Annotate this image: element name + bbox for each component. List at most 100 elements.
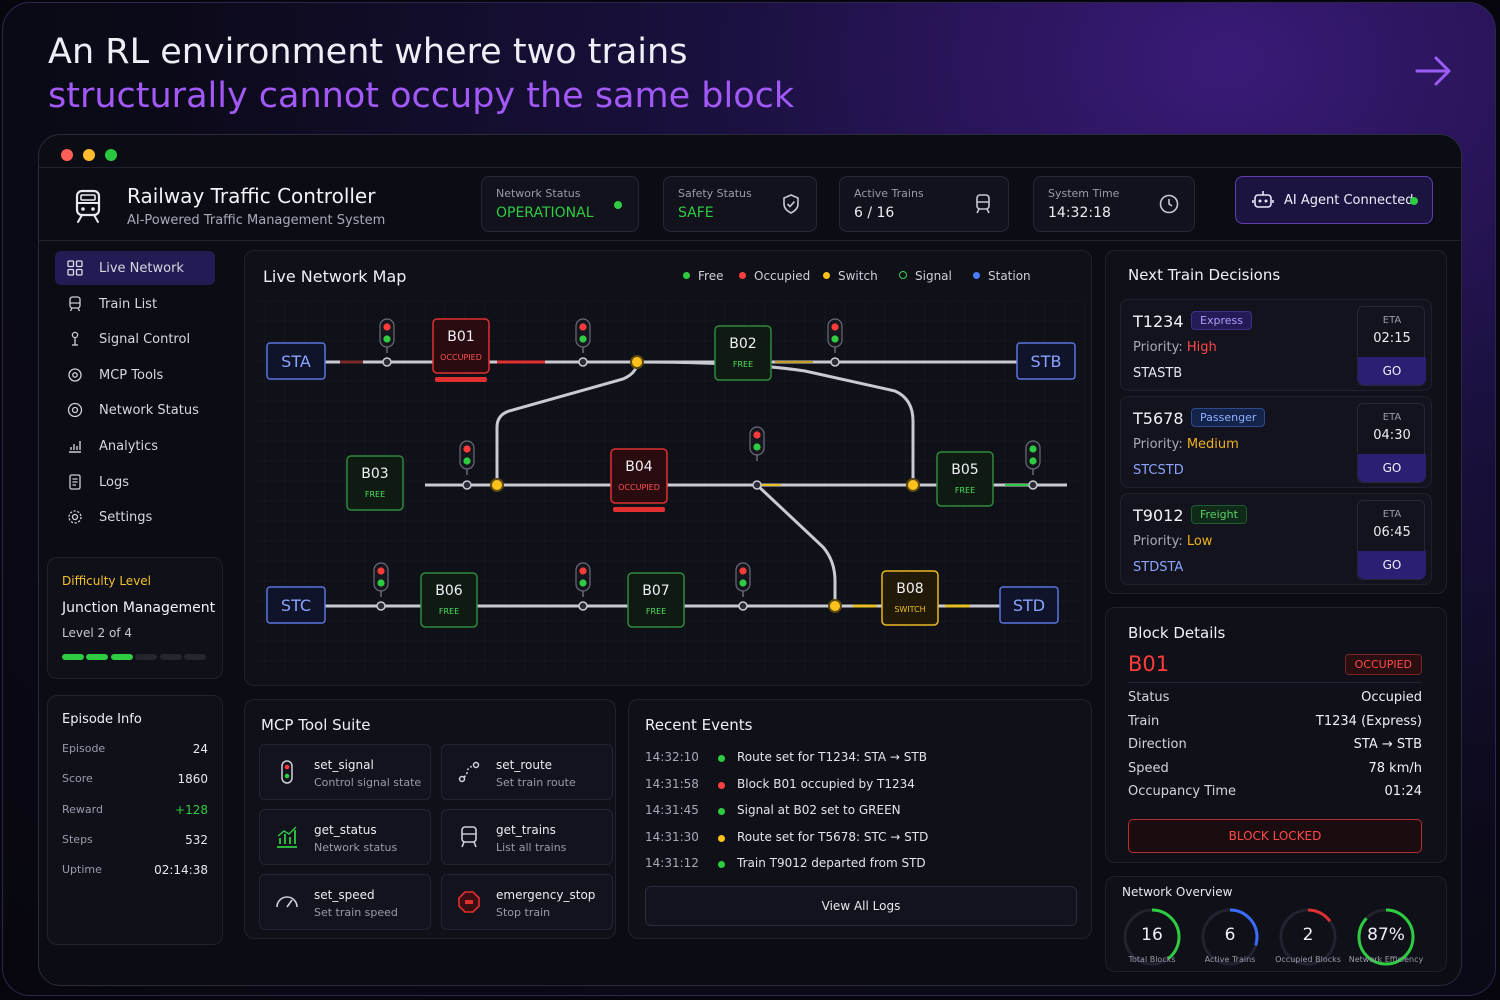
difficulty-segment (86, 654, 109, 660)
train-card-t9012[interactable]: T9012 Freight Priority: Low STDSTA ETA 06:45 G… (1120, 493, 1432, 585)
tool-set-signal[interactable]: set_signal Control signal state (259, 744, 431, 800)
block-details-panel: Block Details B01 OCCUPIED Status Occupie… (1105, 607, 1447, 863)
block-detail-row: Speed 78 km/h (1128, 761, 1422, 781)
signal-icon[interactable] (379, 318, 395, 353)
event-row: 14:31:30 Route set for T5678: STC → STD (645, 830, 1085, 850)
gauge-value: 87% (1367, 925, 1405, 945)
sidebar-item-analytics[interactable]: Analytics (55, 429, 215, 463)
window-close-button[interactable] (61, 149, 73, 161)
signal-icon[interactable] (749, 426, 765, 461)
tool-get-trains[interactable]: get_trains List all trains (441, 809, 613, 865)
block-detail-label: Occupancy Time (1128, 784, 1237, 800)
tool-description: List all trains (496, 841, 567, 854)
sidebar-item-logs[interactable]: Logs (55, 465, 215, 499)
track-node (578, 601, 588, 611)
block-b08[interactable]: B08 SWITCH (881, 570, 939, 626)
sidebar-item-mcp-tools[interactable]: MCP Tools (55, 358, 215, 392)
tool-emergency-stop[interactable]: emergency_stop Stop train (441, 874, 613, 930)
go-button[interactable]: GO (1358, 454, 1426, 482)
block-detail-label: Direction (1128, 737, 1187, 753)
sidebar-item-live-network[interactable]: Live Network (55, 251, 215, 285)
block-b01[interactable]: B01 OCCUPIED (432, 318, 490, 382)
window-maximize-button[interactable] (105, 149, 117, 161)
sidebar-item-signal-control[interactable]: Signal Control (55, 322, 215, 356)
app-title: Railway Traffic Controller (127, 184, 376, 208)
sidebar-item-network-status[interactable]: Network Status (55, 393, 215, 427)
stop-icon (458, 891, 480, 913)
switch-node[interactable] (630, 355, 644, 369)
event-message: Route set for T1234: STA → STB (737, 750, 927, 764)
event-time: 14:31:58 (645, 776, 699, 791)
block-b05[interactable]: B05 FREE (936, 451, 994, 507)
tool-description: Control signal state (314, 776, 422, 789)
block-b07[interactable]: B07 FREE (627, 572, 685, 628)
signal-icon[interactable] (459, 440, 475, 475)
signal-housing (379, 318, 395, 348)
block-id-label: B01 (447, 329, 474, 345)
route-from: STC (1133, 463, 1158, 478)
go-button[interactable]: GO (1358, 551, 1426, 579)
block-b06[interactable]: B06 FREE (420, 572, 478, 628)
event-message: Train T9012 departed from STD (737, 856, 926, 870)
gear-icon (68, 510, 82, 524)
window-minimize-button[interactable] (83, 149, 95, 161)
signal-icon[interactable] (1025, 440, 1041, 475)
train-card-t1234[interactable]: T1234 Express Priority: High STASTB ETA 02:15… (1120, 299, 1432, 391)
eta-label: ETA (1382, 509, 1402, 520)
eta-value: 04:30 (1373, 428, 1411, 443)
signal-icon[interactable] (575, 562, 591, 597)
block-state-label: SWITCH (894, 605, 925, 614)
priority-value: Medium (1186, 437, 1239, 452)
block-state-label: OCCUPIED (440, 353, 482, 362)
analytics-icon (69, 441, 81, 453)
episode-row-value: +128 (175, 802, 208, 817)
block-b03[interactable]: B03 FREE (346, 455, 404, 511)
signal-lamp (383, 323, 391, 331)
switch-node[interactable] (828, 599, 842, 613)
block-locked-button[interactable]: BLOCK LOCKED (1128, 819, 1422, 853)
signal-icon[interactable] (575, 318, 591, 353)
signal-icon[interactable] (735, 562, 751, 597)
go-button[interactable]: GO (1358, 357, 1426, 385)
arrow-right-icon[interactable] (1414, 54, 1454, 88)
block-b04[interactable]: B04 OCCUPIED (610, 448, 668, 512)
episode-row-value: 532 (185, 832, 208, 847)
episode-row-label: Episode (62, 742, 106, 755)
active-trains-value: 6 / 16 (854, 205, 895, 221)
view-all-logs-button[interactable]: View All Logs (645, 886, 1077, 926)
signal-lamp (579, 323, 587, 331)
train-type-badge: Passenger (1191, 408, 1266, 427)
overview-title: Network Overview (1122, 885, 1233, 899)
signal-housing (1025, 440, 1041, 470)
tool-set-route[interactable]: set_route Set train route (441, 744, 613, 800)
live-network-map: Live Network Map Free Occupied Switch Signa… (244, 250, 1092, 686)
block-state-badge: OCCUPIED (1344, 654, 1422, 675)
tool-name: set_route (496, 758, 553, 772)
track-node (578, 357, 588, 367)
sidebar-item-label: Signal Control (99, 332, 191, 348)
signal-icon[interactable] (373, 562, 389, 597)
switch-node[interactable] (906, 478, 920, 492)
tool-set-speed[interactable]: set_speed Set train speed (259, 874, 431, 930)
block-b02[interactable]: B02 FREE (714, 325, 772, 381)
network-map-canvas: STA STB STC STD B01 OCCUPIED B02 FREE B03 FREE B04… (255, 300, 1086, 671)
sidebar-item-train-list[interactable]: Train List (55, 287, 215, 321)
switch-node[interactable] (490, 478, 504, 492)
network-icon (67, 403, 83, 418)
event-row: 14:31:58 Block B01 occupied by T1234 (645, 777, 1085, 797)
block-detail-label: Speed (1128, 760, 1169, 776)
signal-icon[interactable] (827, 318, 843, 353)
block-state-label: FREE (439, 607, 459, 616)
train-card-t5678[interactable]: T5678 Passenger Priority: Medium STCSTD ETA 0… (1120, 396, 1432, 488)
signal-housing (735, 562, 751, 592)
route-to: STA (1159, 560, 1184, 575)
route-to: STD (1157, 463, 1184, 478)
train-marker (613, 507, 665, 512)
divider (1128, 682, 1422, 683)
tool-get-status[interactable]: get_status Network status (259, 809, 431, 865)
event-message: Signal at B02 set to GREEN (737, 803, 901, 817)
ai-agent-status-button[interactable]: AI Agent Connected (1235, 176, 1433, 224)
train-icon (976, 194, 990, 214)
sidebar-item-settings[interactable]: Settings (55, 500, 215, 534)
gauge-label: Occupied Blocks (1275, 955, 1341, 964)
